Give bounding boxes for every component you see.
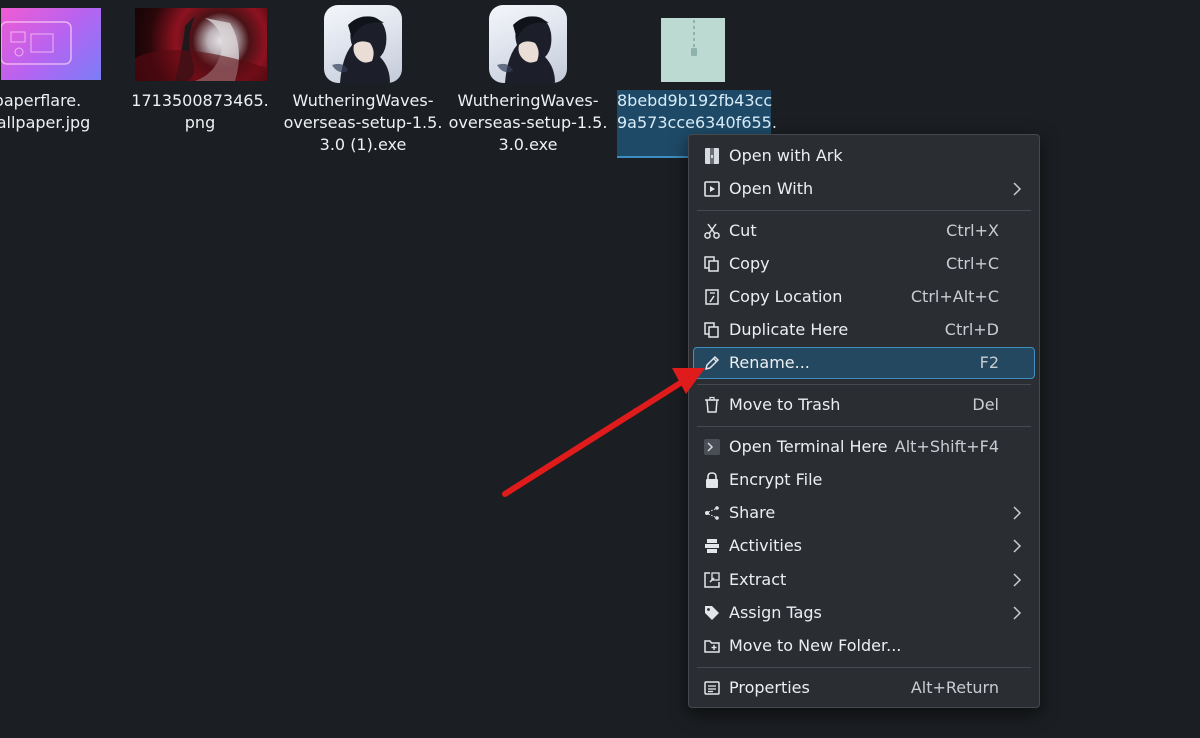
pencil-icon	[704, 355, 720, 371]
copy-location-icon	[705, 289, 719, 305]
file-name: WutheringWaves- overseas-setup-1.5. 3.0.…	[448, 91, 608, 154]
menu-item-label: Copy Location	[729, 287, 843, 306]
menu-item-label: Copy	[729, 254, 770, 273]
context-menu: Open with Ark Open With Cut Ctrl+X Copy …	[688, 134, 1040, 708]
menu-item-copy-location[interactable]: Copy Location Ctrl+Alt+C	[693, 281, 1035, 313]
menu-item-shortcut: Del	[972, 395, 999, 414]
menu-item-open-with-ark[interactable]: Open with Ark	[693, 140, 1035, 172]
menu-item-shortcut: Alt+Return	[910, 678, 999, 697]
menu-item-copy[interactable]: Copy Ctrl+C	[693, 248, 1035, 280]
menu-item-label: Share	[729, 503, 776, 522]
menu-item-open-terminal-here[interactable]: Open Terminal Here Alt+Shift+F4	[693, 431, 1035, 463]
menu-item-label: Open with Ark	[729, 146, 843, 165]
menu-item-share[interactable]: Share	[693, 497, 1035, 529]
menu-item-label: Encrypt File	[729, 470, 823, 489]
menu-item-label: Rename...	[729, 353, 810, 372]
menu-item-shortcut: Ctrl+C	[945, 254, 999, 273]
menu-item-properties[interactable]: Properties Alt+Return	[693, 672, 1035, 704]
menu-separator	[697, 667, 1031, 668]
menu-item-move-to-new-folder[interactable]: Move to New Folder...	[693, 630, 1035, 662]
menu-item-label: Cut	[729, 221, 757, 240]
menu-separator	[697, 210, 1031, 211]
app-icon	[324, 5, 402, 83]
activities-icon	[705, 539, 719, 553]
menu-item-label: Activities	[729, 536, 802, 555]
menu-item-label: Open Terminal Here	[729, 437, 888, 456]
menu-item-shortcut: Ctrl+X	[946, 221, 999, 240]
open-with-icon	[704, 181, 720, 197]
menu-item-label: Move to Trash	[729, 395, 841, 414]
ark-archive-icon	[705, 148, 719, 164]
menu-item-duplicate-here[interactable]: Duplicate Here Ctrl+D	[693, 314, 1035, 346]
menu-item-label: Move to New Folder...	[729, 636, 902, 655]
desktop-file-view[interactable]: llpaperflare. _wallpaper.jpg 17135008734…	[0, 0, 1200, 738]
menu-item-encrypt-file[interactable]: Encrypt File	[693, 464, 1035, 496]
menu-item-move-to-trash[interactable]: Move to Trash Del	[693, 389, 1035, 421]
trash-icon	[705, 396, 719, 413]
archive-icon	[661, 18, 725, 82]
menu-item-assign-tags[interactable]: Assign Tags	[693, 597, 1035, 629]
lock-icon	[706, 472, 718, 488]
file-name: llpaperflare. _wallpaper.jpg	[0, 91, 91, 132]
image-thumbnail	[135, 8, 267, 81]
menu-item-activities[interactable]: Activities	[693, 530, 1035, 562]
menu-item-open-with[interactable]: Open With	[693, 173, 1035, 205]
image-thumbnail	[1, 8, 101, 80]
menu-item-cut[interactable]: Cut Ctrl+X	[693, 215, 1035, 247]
copy-icon	[704, 256, 719, 272]
menu-item-shortcut: Alt+Shift+F4	[894, 437, 999, 456]
menu-separator	[697, 426, 1031, 427]
new-folder-icon	[704, 640, 720, 653]
menu-separator	[697, 384, 1031, 385]
terminal-icon	[704, 439, 720, 455]
chevron-right-icon	[1013, 606, 1022, 620]
chevron-right-icon	[1013, 573, 1022, 587]
menu-item-shortcut: Ctrl+D	[944, 320, 999, 339]
chevron-right-icon	[1013, 506, 1022, 520]
extract-icon	[704, 572, 720, 588]
menu-item-label: Assign Tags	[729, 603, 822, 622]
menu-item-label: Extract	[729, 570, 787, 589]
chevron-right-icon	[1013, 539, 1022, 553]
menu-item-label: Open With	[729, 179, 814, 198]
menu-item-shortcut: Ctrl+Alt+C	[910, 287, 999, 306]
duplicate-icon	[704, 322, 719, 338]
properties-icon	[704, 681, 720, 695]
menu-item-extract[interactable]: Extract	[693, 564, 1035, 596]
chevron-right-icon	[1013, 182, 1022, 196]
app-icon	[489, 5, 567, 83]
menu-item-shortcut: F2	[979, 353, 999, 372]
file-name: WutheringWaves- overseas-setup-1.5. 3.0 …	[283, 91, 443, 154]
menu-item-rename[interactable]: Rename... F2	[693, 347, 1035, 379]
share-icon	[705, 506, 719, 520]
menu-item-label: Properties	[729, 678, 810, 697]
file-name: 1713500873465. png	[131, 91, 269, 132]
tag-icon	[705, 606, 719, 620]
menu-item-label: Duplicate Here	[729, 320, 849, 339]
scissors-icon	[704, 223, 720, 239]
